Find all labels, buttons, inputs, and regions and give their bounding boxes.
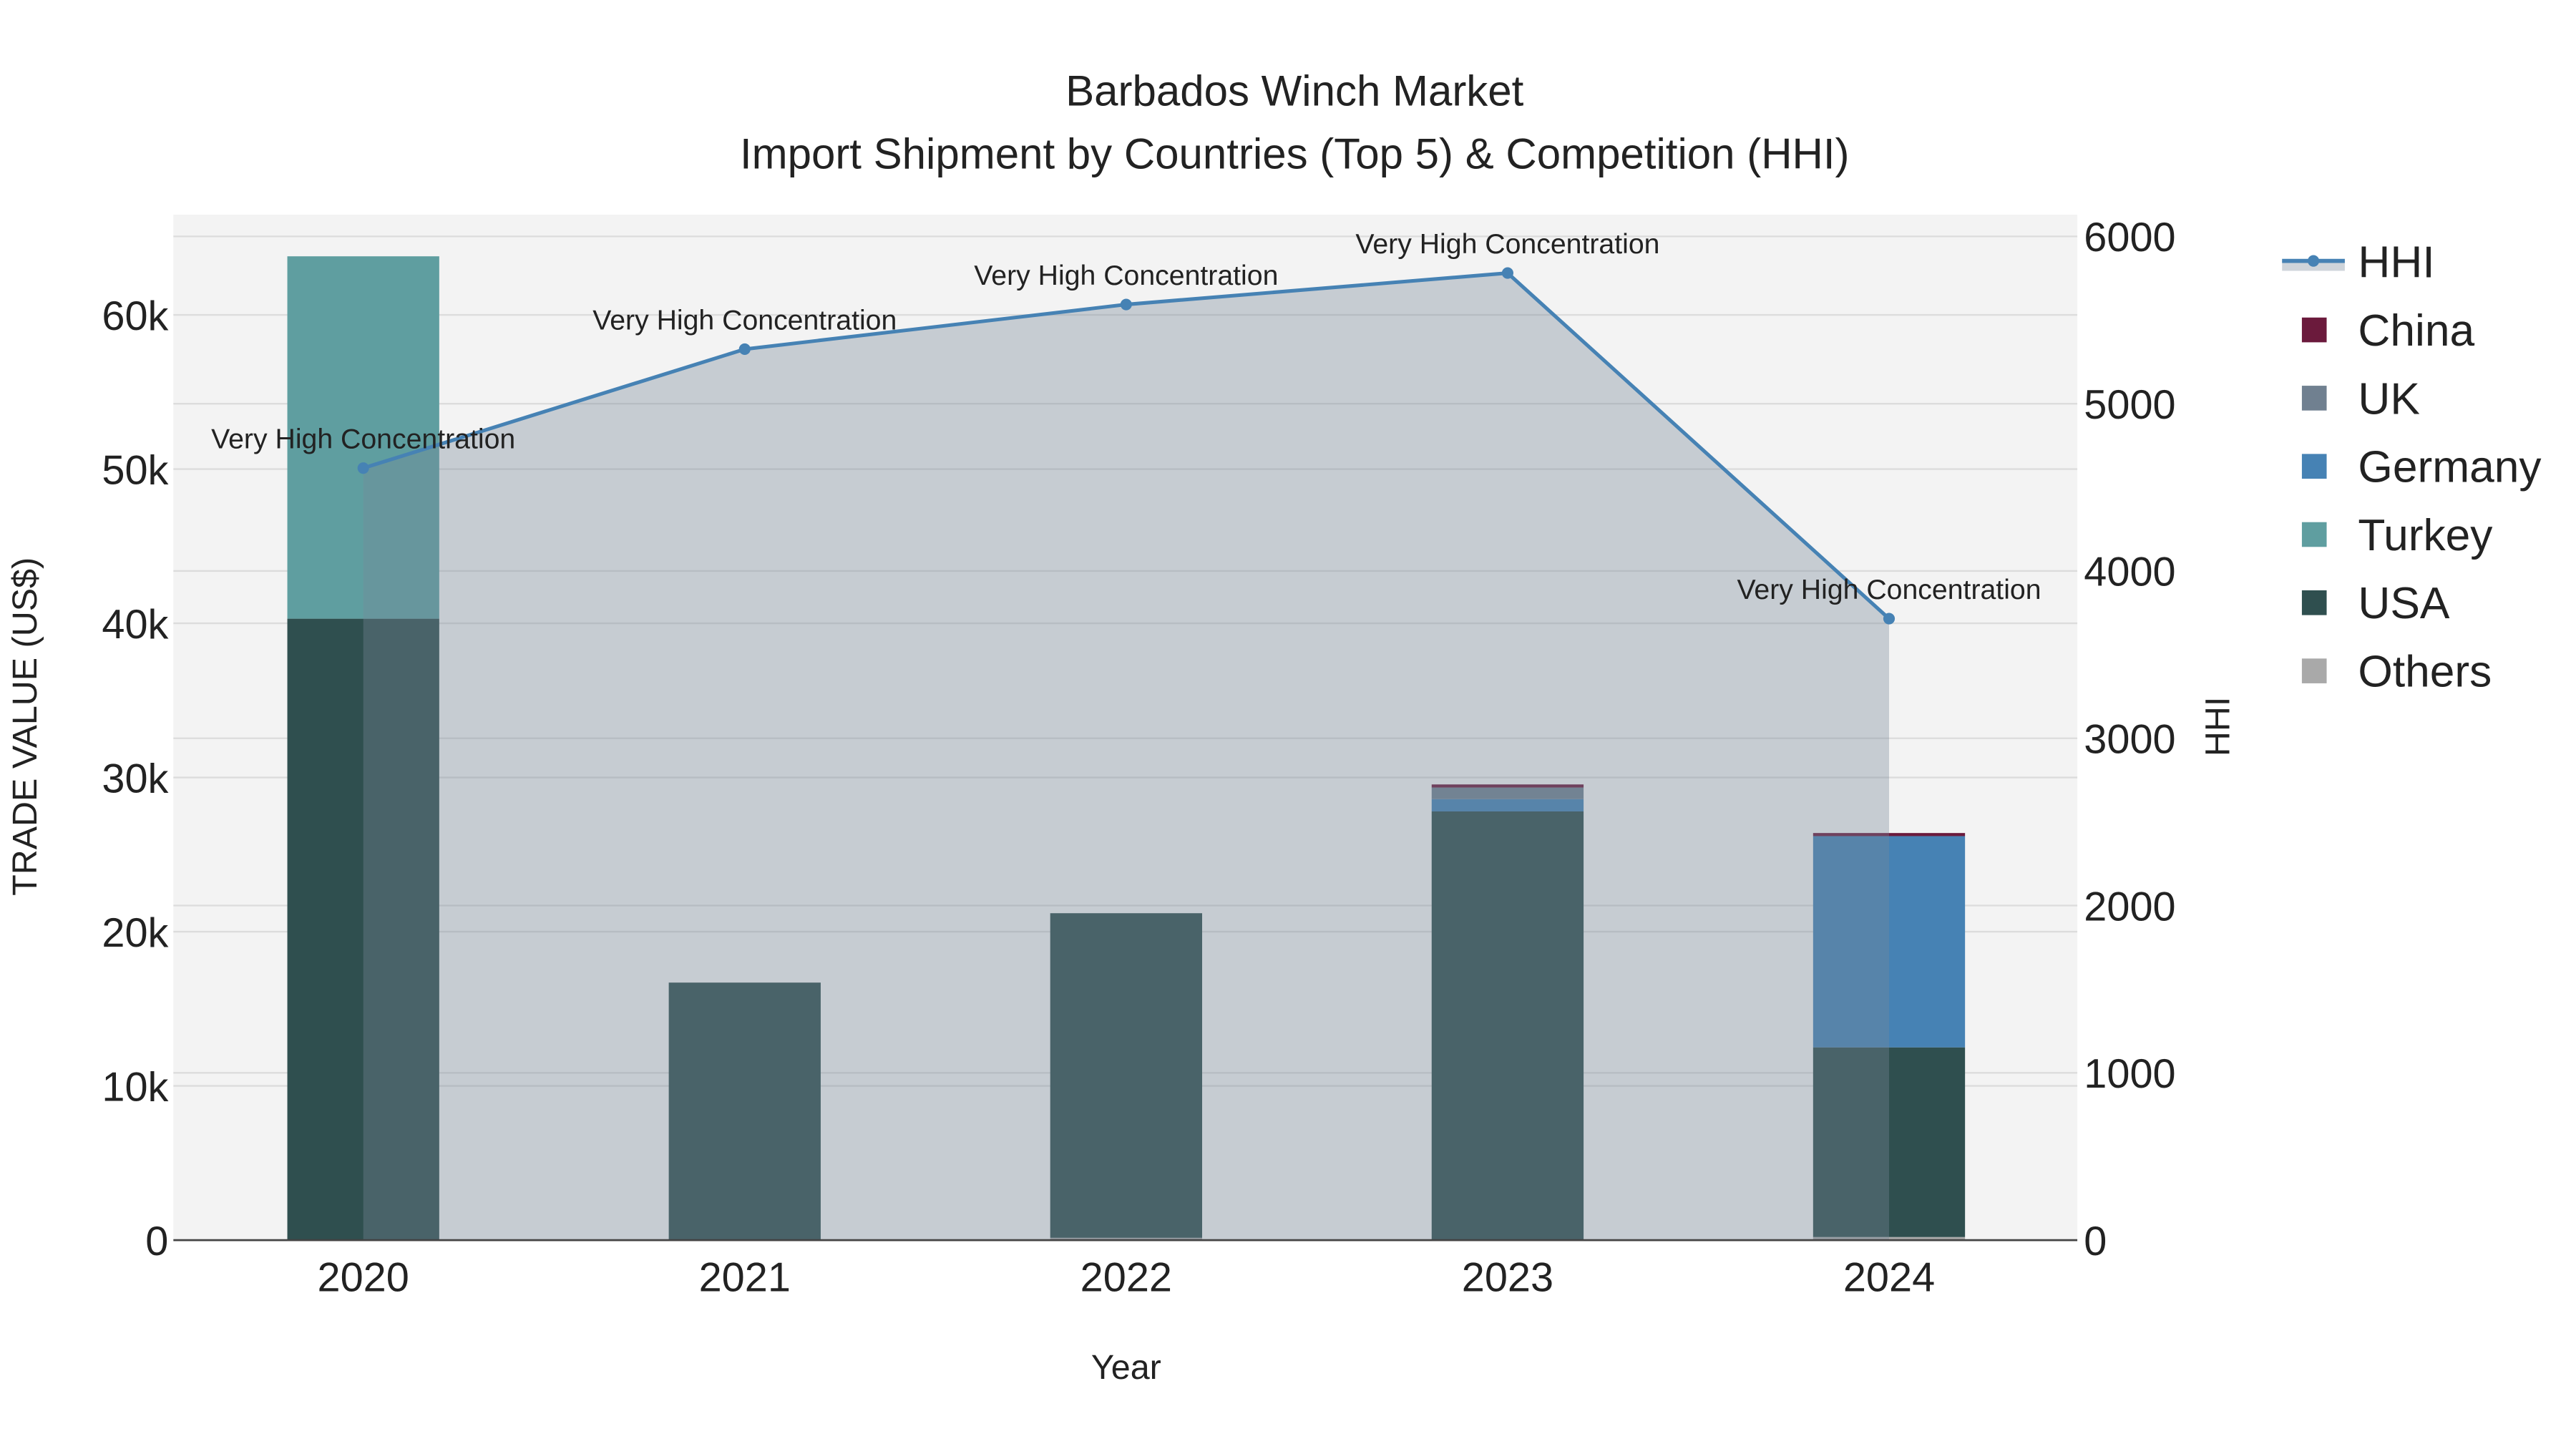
legend-swatch — [2301, 454, 2327, 479]
legend-swatch — [2301, 658, 2327, 683]
x-tick-label: 2024 — [1843, 1255, 1935, 1301]
hhi-annotation: Very High Concentration — [1355, 228, 1659, 260]
hhi-annotation: Very High Concentration — [974, 260, 1278, 291]
hhi-point-2023 — [1501, 267, 1513, 279]
x-tick-label: 2021 — [699, 1255, 791, 1301]
chart-title: Barbados Winch Market — [1065, 67, 1524, 115]
hhi-area — [363, 273, 1889, 1241]
y2-tick-label: 4000 — [2084, 550, 2175, 595]
y-axis-label: TRADE VALUE (US$) — [6, 557, 44, 896]
y-tick-label: 10k — [102, 1064, 168, 1110]
hhi-annotation: Very High Concentration — [1737, 574, 2041, 605]
hhi-annotation: Very High Concentration — [592, 304, 897, 336]
y-tick-label: 20k — [102, 910, 168, 956]
x-axis-label: Year — [1091, 1348, 1161, 1387]
legend-item-usa: USA — [2301, 579, 2450, 628]
legend-label: UK — [2358, 374, 2420, 424]
x-tick-label: 2022 — [1080, 1255, 1172, 1301]
y2-tick-label: 2000 — [2084, 884, 2175, 930]
chart: Barbados Winch Market Import Shipment by… — [6, 67, 2542, 1387]
y2-axis-label: HHI — [2198, 697, 2237, 756]
legend-label: USA — [2358, 579, 2450, 628]
legend-swatch — [2301, 590, 2327, 615]
legend-item-hhi: HHI — [2282, 238, 2435, 288]
legend-item-others: Others — [2301, 648, 2492, 697]
hhi-point-2024 — [1883, 613, 1896, 625]
hhi-annotation: Very High Concentration — [211, 423, 515, 454]
y-tick-label: 30k — [102, 756, 168, 801]
legend-swatch — [2301, 386, 2327, 411]
legend-label: Germany — [2358, 443, 2542, 492]
y-tick-label: 60k — [102, 293, 168, 339]
legend-hhi-marker — [2308, 255, 2320, 267]
legend-item-uk: UK — [2301, 374, 2420, 424]
legend-item-china: China — [2301, 306, 2475, 356]
legend-label: Others — [2358, 648, 2492, 697]
legend-item-turkey: Turkey — [2301, 511, 2493, 560]
legend-swatch — [2301, 317, 2327, 343]
y2-tick-label: 3000 — [2084, 717, 2175, 763]
legend: HHI China UK Germany Turkey USA Others — [2282, 238, 2542, 697]
x-tick-label: 2023 — [1462, 1255, 1553, 1301]
legend-swatch — [2301, 522, 2327, 547]
y-tick-label: 50k — [102, 447, 168, 493]
y-tick-label: 40k — [102, 602, 168, 648]
chart-subtitle: Import Shipment by Countries (Top 5) & C… — [740, 130, 1850, 177]
legend-item-germany: Germany — [2301, 443, 2542, 492]
y-tick-label: 0 — [145, 1219, 168, 1264]
legend-label: Turkey — [2358, 511, 2493, 560]
legend-label: China — [2358, 306, 2474, 356]
x-tick-label: 2020 — [318, 1255, 409, 1301]
hhi-point-2022 — [1120, 298, 1132, 311]
y2-tick-label: 6000 — [2084, 215, 2175, 260]
hhi-point-2020 — [357, 462, 369, 474]
y2-tick-label: 1000 — [2084, 1051, 2175, 1097]
y2-tick-label: 5000 — [2084, 382, 2175, 428]
hhi-point-2021 — [738, 343, 751, 356]
legend-label: HHI — [2358, 238, 2434, 288]
y2-tick-label: 0 — [2084, 1219, 2107, 1264]
